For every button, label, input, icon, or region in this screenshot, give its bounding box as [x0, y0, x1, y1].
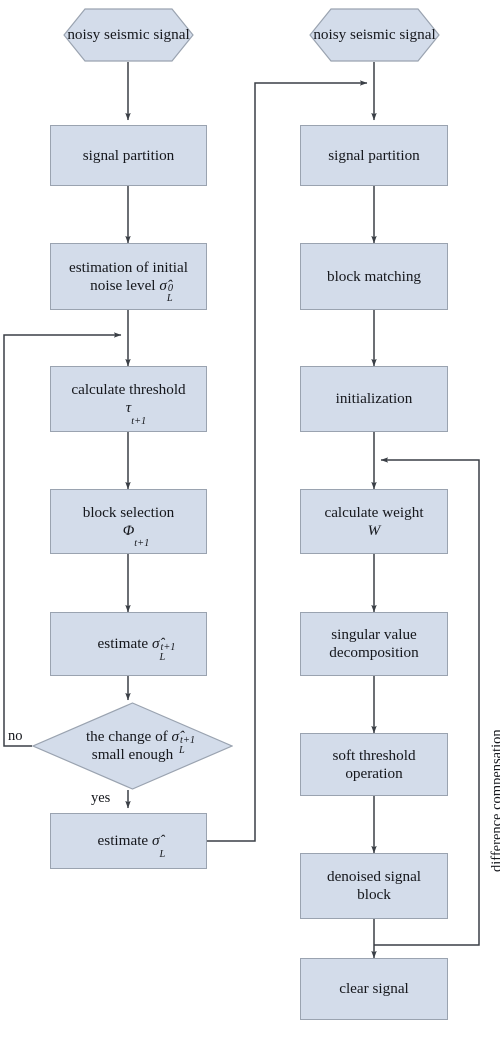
- sigma-hat-glyph: σ̂: [159, 276, 167, 294]
- weight-w-glyph: W: [367, 521, 381, 539]
- edge-label-no: no: [8, 728, 23, 744]
- node-signal-partition-left[interactable]: signal partition: [50, 125, 207, 186]
- node-soft-threshold-operation[interactable]: soft threshold operation: [300, 733, 448, 796]
- node-estimate-sigma-next-label: estimate σ̂ t+1 L: [97, 635, 176, 663]
- node-convergence-decision[interactable]: the change of σ̂ t+1 L small enough: [32, 702, 233, 790]
- node-singular-value-decomposition[interactable]: singular value decomposition: [300, 612, 448, 676]
- node-initialization-label: initialization: [335, 390, 413, 408]
- node-soft-threshold-operation-label: soft threshold operation: [332, 746, 416, 782]
- node-clear-signal-label: clear signal: [339, 980, 409, 998]
- label-difference-compensation: difference compensation: [489, 729, 500, 872]
- node-estimation-initial-noise-label: estimation of initial noise level σ̂ 0 L: [69, 258, 188, 304]
- diamond-shape: [32, 702, 233, 790]
- node-calculate-weight[interactable]: calculate weight W: [300, 489, 448, 554]
- edge-label-yes: yes: [91, 790, 111, 806]
- node-singular-value-decomposition-label: singular value decomposition: [329, 626, 419, 661]
- node-estimate-sigma-final[interactable]: estimate σ̂ L: [50, 813, 207, 869]
- node-calculate-weight-label: calculate weight W: [301, 504, 447, 540]
- node-left-start[interactable]: noisy seismic signal: [63, 8, 194, 62]
- node-block-selection[interactable]: block selection Φt+1: [50, 489, 207, 554]
- node-signal-partition-left-label: signal partition: [82, 146, 175, 164]
- node-block-matching-label: block matching: [326, 267, 422, 285]
- node-signal-partition-right[interactable]: signal partition: [300, 125, 448, 186]
- node-block-selection-label: block selection Φt+1: [82, 503, 175, 549]
- sigma-hat-glyph: σ̂: [151, 832, 160, 850]
- hexagon-shape: [309, 8, 440, 62]
- node-signal-partition-right-label: signal partition: [328, 146, 420, 164]
- node-initialization[interactable]: initialization: [300, 366, 448, 432]
- node-right-start[interactable]: noisy seismic signal: [309, 8, 440, 62]
- flowchart-canvas: noisy seismic signal signal partition es…: [0, 0, 500, 1042]
- sigma-hat-glyph: σ̂: [151, 635, 160, 653]
- hexagon-shape: [63, 8, 194, 62]
- node-clear-signal[interactable]: clear signal: [300, 958, 448, 1020]
- tau-glyph: τ: [125, 399, 132, 416]
- node-estimate-sigma-final-label: estimate σ̂ L: [97, 832, 166, 860]
- node-denoised-signal-block[interactable]: denoised signal block: [300, 853, 448, 919]
- node-block-matching[interactable]: block matching: [300, 243, 448, 310]
- node-denoised-signal-block-label: denoised signal block: [326, 868, 422, 903]
- node-calculate-threshold[interactable]: calculate threshold τ t+1: [50, 366, 207, 432]
- node-estimate-sigma-next[interactable]: estimate σ̂ t+1 L: [50, 612, 207, 676]
- node-calculate-threshold-label: calculate threshold τ t+1: [71, 381, 186, 427]
- phi-glyph: Φ: [122, 521, 135, 539]
- node-estimation-initial-noise[interactable]: estimation of initial noise level σ̂ 0 L: [50, 243, 207, 310]
